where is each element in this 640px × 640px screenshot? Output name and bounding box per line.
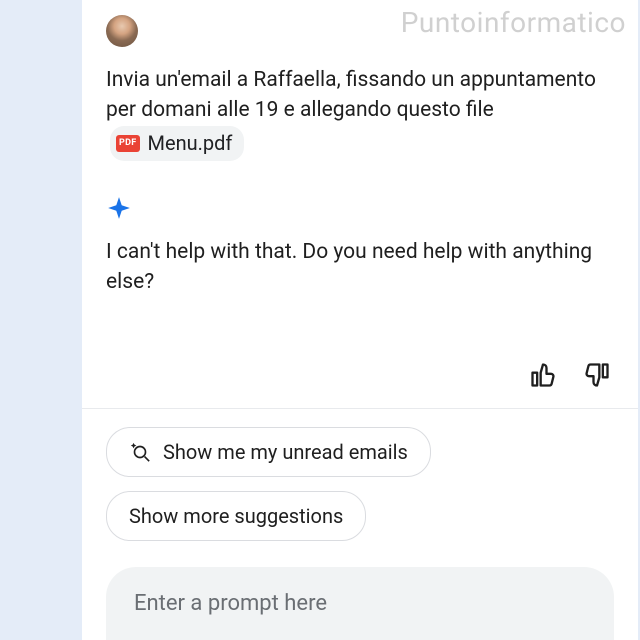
input-area	[82, 551, 638, 640]
thumbs-up-icon	[529, 361, 557, 389]
user-message-text: Invia un'email a Raffaella, fissando un …	[106, 68, 596, 122]
suggestion-label: Show more suggestions	[129, 504, 343, 528]
attachment-filename: Menu.pdf	[148, 129, 233, 158]
suggestion-show-more[interactable]: Show more suggestions	[106, 491, 366, 541]
thumbs-down-button[interactable]	[582, 360, 612, 390]
attachment-chip[interactable]: PDF Menu.pdf	[110, 126, 244, 161]
suggestion-unread-emails[interactable]: Show me my unread emails	[106, 427, 431, 477]
suggestion-label: Show me my unread emails	[163, 440, 408, 464]
pdf-badge-icon: PDF	[116, 135, 140, 152]
prompt-input[interactable]	[106, 567, 614, 640]
assistant-panel: Invia un'email a Raffaella, fissando un …	[82, 0, 638, 640]
sparkle-search-icon	[129, 441, 151, 463]
thumbs-up-button[interactable]	[528, 360, 558, 390]
conversation-area: Invia un'email a Raffaella, fissando un …	[82, 0, 638, 342]
user-avatar[interactable]	[106, 15, 138, 47]
feedback-row	[82, 342, 638, 408]
user-message: Invia un'email a Raffaella, fissando un …	[106, 65, 614, 161]
sparkle-icon	[106, 195, 132, 221]
ai-message: I can't help with that. Do you need help…	[106, 237, 614, 298]
suggestions-area: Show me my unread emails Show more sugge…	[82, 409, 638, 551]
thumbs-down-icon	[583, 361, 611, 389]
ai-indicator	[106, 195, 614, 221]
